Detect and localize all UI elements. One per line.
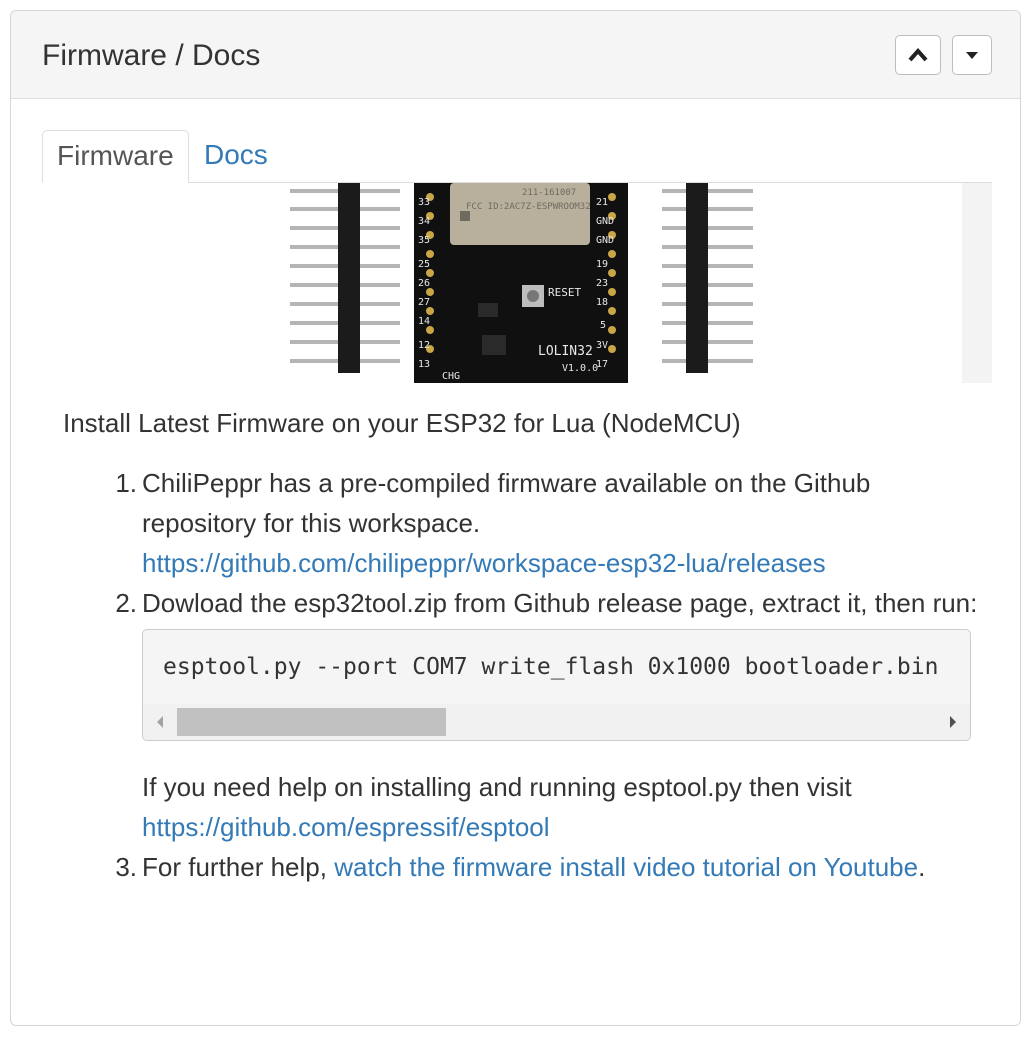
svg-text:GND: GND xyxy=(596,216,614,227)
svg-text:21: 21 xyxy=(596,197,608,208)
svg-text:26: 26 xyxy=(418,278,430,289)
svg-text:12: 12 xyxy=(418,340,430,351)
svg-text:CHG: CHG xyxy=(442,371,460,382)
scroll-right-icon[interactable] xyxy=(936,704,970,740)
list-item: 1. ChiliPeppr has a pre-compiled firmwar… xyxy=(115,468,871,578)
tab-docs[interactable]: Docs xyxy=(190,130,282,182)
releases-link[interactable]: https://github.com/chilipeppr/workspace-… xyxy=(142,548,826,578)
youtube-tutorial-link[interactable]: watch the firmware install video tutoria… xyxy=(334,852,918,882)
svg-text:FCC ID:2AC7Z-ESPWROOM32: FCC ID:2AC7Z-ESPWROOM32 xyxy=(466,202,591,212)
horizontal-scrollbar[interactable] xyxy=(143,704,970,740)
lolin32-board-image: 33 34 35 25 26 27 14 12 13 21 GND GND 19… xyxy=(290,183,992,383)
caret-down-icon xyxy=(966,52,978,59)
svg-text:5: 5 xyxy=(600,320,606,331)
collapse-button[interactable] xyxy=(895,35,941,75)
firmware-docs-panel: Firmware / Docs Firmware Docs 33 34 35 2… xyxy=(10,10,1021,1026)
panel-title: Firmware / Docs xyxy=(42,39,261,72)
step2-text: Dowload the esp32tool.zip from Github re… xyxy=(142,588,978,618)
svg-text:25: 25 xyxy=(418,259,430,270)
svg-text:13: 13 xyxy=(418,359,430,370)
esptool-help-text: If you need help on installing and runni… xyxy=(142,772,852,802)
svg-text:14: 14 xyxy=(418,316,430,327)
svg-text:34: 34 xyxy=(418,216,430,227)
scroll-left-icon[interactable] xyxy=(143,704,177,740)
svg-text:V1.0.0: V1.0.0 xyxy=(562,363,598,374)
tab-firmware[interactable]: Firmware xyxy=(42,130,189,183)
svg-text:3V: 3V xyxy=(596,340,608,351)
svg-text:23: 23 xyxy=(596,278,608,289)
install-steps: 1. ChiliPeppr has a pre-compiled firmwar… xyxy=(107,463,987,887)
panel-heading: Firmware / Docs xyxy=(11,11,1020,99)
svg-text:211-161007: 211-161007 xyxy=(522,188,576,198)
chevron-up-icon xyxy=(908,47,928,62)
svg-text:GND: GND xyxy=(596,235,614,246)
esptool-link[interactable]: https://github.com/espressif/esptool xyxy=(142,812,550,842)
firmware-intro: Install Latest Firmware on your ESP32 fo… xyxy=(63,408,741,438)
step1-text: ChiliPeppr has a pre-compiled firmware a… xyxy=(142,468,871,538)
step3-text: For further help, xyxy=(142,852,335,882)
tab-bar: Firmware Docs xyxy=(42,130,992,183)
svg-text:35: 35 xyxy=(418,235,430,246)
svg-text:19: 19 xyxy=(596,259,608,270)
esptool-command: esptool.py --port COM7 write_flash 0x100… xyxy=(163,654,939,680)
svg-text:RESET: RESET xyxy=(548,286,581,299)
dropdown-menu-button[interactable] xyxy=(952,35,992,75)
svg-text:LOLIN32: LOLIN32 xyxy=(538,344,593,359)
list-item: 3. For further help, watch the firmware … xyxy=(115,852,926,882)
board-photo: 33 34 35 25 26 27 14 12 13 21 GND GND 19… xyxy=(290,183,992,383)
scrollbar-thumb[interactable] xyxy=(177,708,446,736)
code-block[interactable]: esptool.py --port COM7 write_flash 0x100… xyxy=(142,629,971,741)
svg-text:18: 18 xyxy=(596,297,608,308)
svg-text:33: 33 xyxy=(418,197,430,208)
svg-text:27: 27 xyxy=(418,297,430,308)
list-item: 2. Dowload the esp32tool.zip from Github… xyxy=(115,588,978,842)
